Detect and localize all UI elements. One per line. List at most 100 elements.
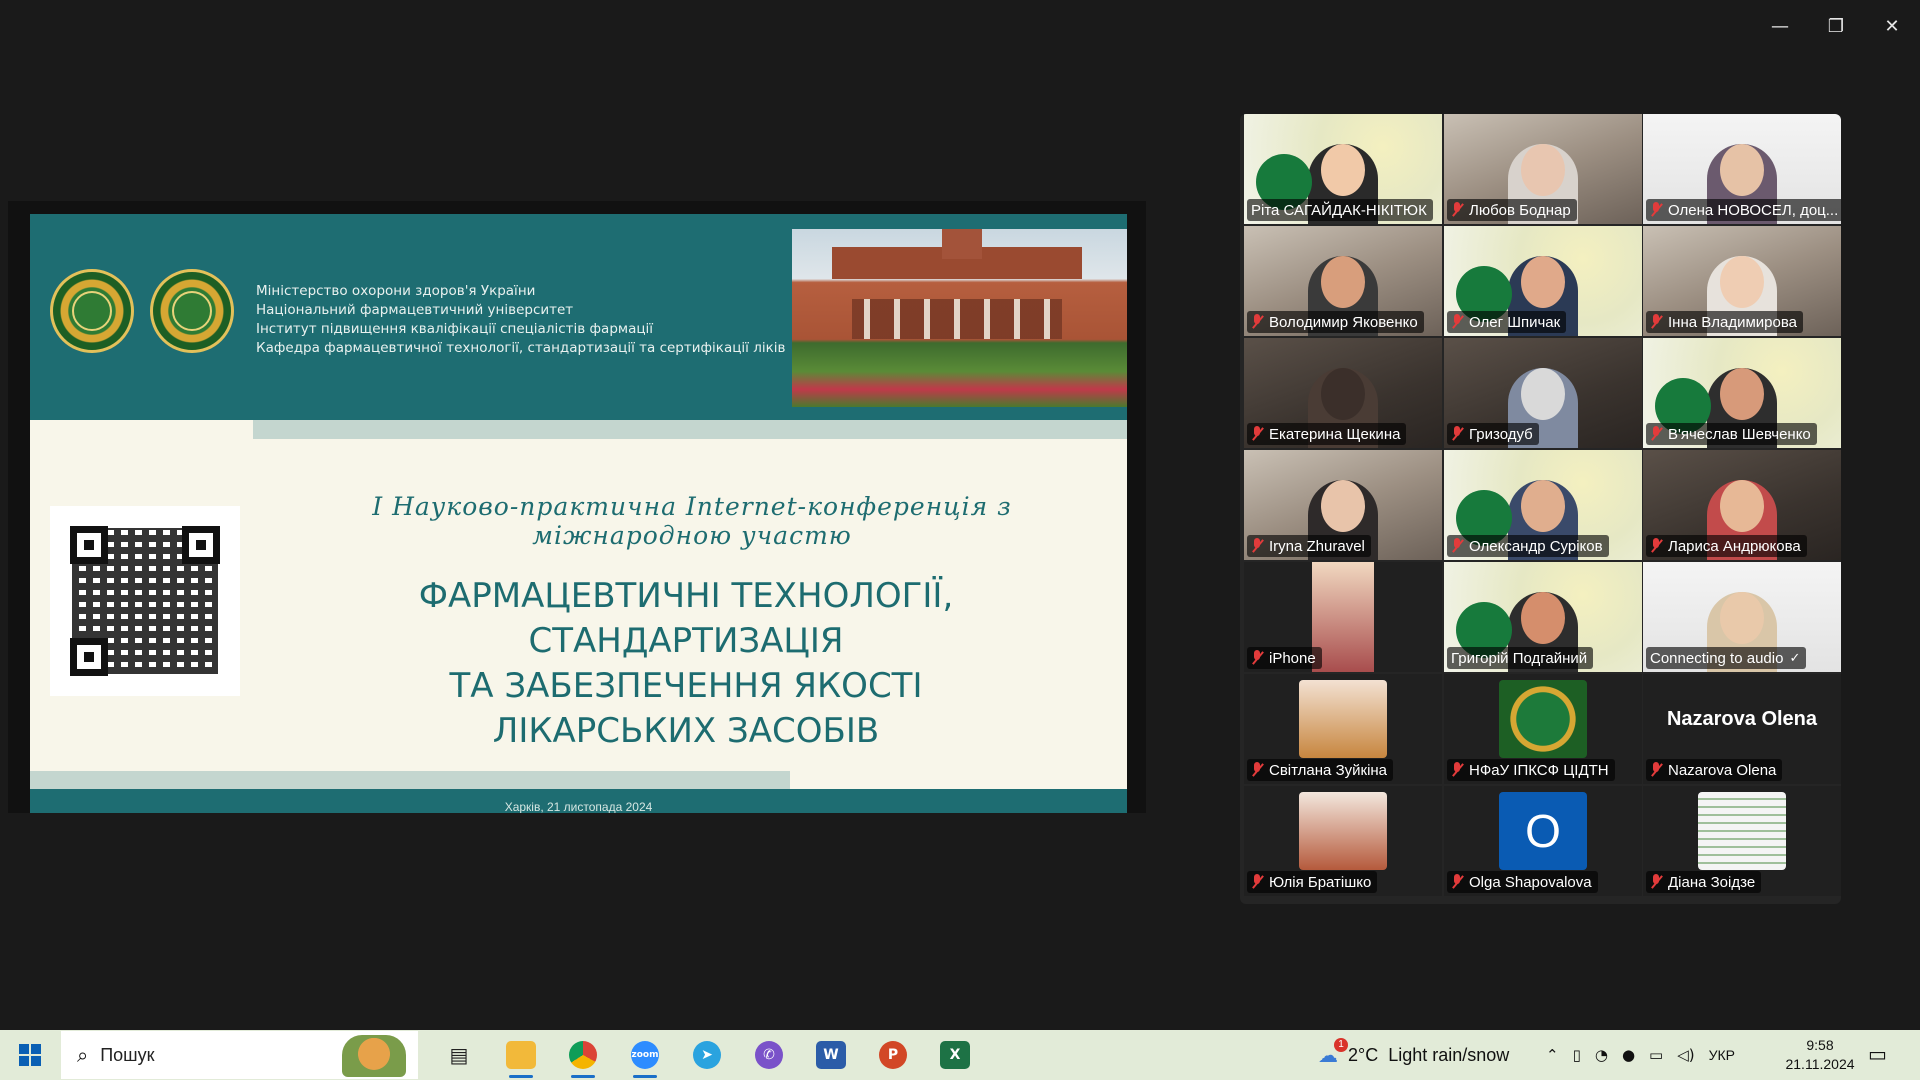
- organization-lines: Міністерство охорони здоров'я України На…: [256, 282, 785, 358]
- time: 9:58: [1806, 1037, 1834, 1053]
- task-view-button[interactable]: ▤: [428, 1030, 490, 1080]
- zoom-icon: zoom: [631, 1041, 659, 1069]
- system-tray: ⌃ ▯ ◔ ● ▭ ◁) УКР: [1546, 1030, 1735, 1080]
- taskbar-apps: ▤ zoom ➤ ✆ W P X: [428, 1030, 986, 1080]
- word-button[interactable]: W: [800, 1030, 862, 1080]
- participant-tile[interactable]: Діана Зоідзе: [1643, 786, 1841, 896]
- participant-name: НФаУ ІПКСФ ЦІДТН: [1469, 761, 1609, 779]
- participant-name: Олег Шпичак: [1469, 313, 1561, 331]
- muted-mic-icon: [1251, 650, 1263, 666]
- participant-tile[interactable]: Григорій Подгайний: [1444, 562, 1642, 672]
- zoom-button[interactable]: zoom: [614, 1030, 676, 1080]
- participant-tile[interactable]: Ріта САГАЙДАК-НІКІТЮК: [1244, 114, 1442, 224]
- participant-name: Інна Владимирова: [1668, 313, 1797, 331]
- chrome-icon: [569, 1041, 597, 1069]
- search-icon: ⌕: [77, 1043, 89, 1067]
- participant-tile[interactable]: Олег Шпичак: [1444, 226, 1642, 336]
- slide-header: Міністерство охорони здоров'я України На…: [30, 214, 1127, 420]
- search-box[interactable]: ⌕ Пошук: [61, 1031, 418, 1079]
- weather-badge: 1: [1334, 1038, 1348, 1052]
- muted-mic-icon: [1650, 202, 1662, 218]
- muted-mic-icon: [1650, 762, 1662, 778]
- qr-code: [50, 506, 240, 696]
- taskbar: ⌕ Пошук ▤ zoom ➤ ✆ W P X ☁ 1 2°C Light r…: [0, 1030, 1920, 1080]
- minimize-icon[interactable]: —: [1752, 0, 1808, 52]
- participant-tile[interactable]: Олександр Суріков: [1444, 450, 1642, 560]
- search-highlight-image: [342, 1035, 406, 1077]
- participant-tile[interactable]: Iryna Zhuravel: [1244, 450, 1442, 560]
- start-button[interactable]: [0, 1030, 60, 1080]
- title-line: ФАРМАЦЕВТИЧНІ ТЕХНОЛОГІЇ, СТАНДАРТИЗАЦІЯ: [418, 576, 954, 661]
- powerpoint-button[interactable]: P: [862, 1030, 924, 1080]
- language-indicator[interactable]: УКР: [1709, 1047, 1735, 1063]
- participant-name: Юлія Братішко: [1269, 873, 1372, 891]
- conference-title: ФАРМАЦЕВТИЧНІ ТЕХНОЛОГІЇ, СТАНДАРТИЗАЦІЯ…: [266, 574, 1106, 754]
- participant-display-name: Nazarova Olena: [1666, 708, 1818, 730]
- participant-tile[interactable]: Любов Боднар: [1444, 114, 1642, 224]
- wifi-icon[interactable]: ◔: [1595, 1046, 1608, 1064]
- clock[interactable]: 9:58 21.11.2024: [1780, 1036, 1860, 1074]
- avatar: [1299, 680, 1387, 758]
- participant-tile[interactable]: Гризодуб: [1444, 338, 1642, 448]
- slide-footer: Харків, 21 листопада 2024: [30, 789, 1127, 813]
- participant-tile[interactable]: O Olga Shapovalova: [1444, 786, 1642, 896]
- participant-tile[interactable]: Світлана Зуйкіна: [1244, 674, 1442, 784]
- participant-tile[interactable]: Nazarova Olena Nazarova Olena: [1643, 674, 1841, 784]
- restore-icon[interactable]: ❐: [1808, 0, 1864, 52]
- participant-tile[interactable]: Юлія Братішко: [1244, 786, 1442, 896]
- org-line: Кафедра фармацевтичної технології, станд…: [256, 340, 786, 356]
- participant-tile[interactable]: НФаУ ІПКСФ ЦІДТН: [1444, 674, 1642, 784]
- notification-icon[interactable]: ▭: [1868, 1042, 1887, 1066]
- viber-button[interactable]: ✆: [738, 1030, 800, 1080]
- participant-name: Любов Боднар: [1469, 201, 1571, 219]
- word-icon: W: [816, 1041, 846, 1069]
- title-line: ЛІКАРСЬКИХ ЗАСОБІВ: [492, 711, 880, 751]
- microphone-icon[interactable]: ●: [1622, 1046, 1635, 1064]
- participant-tile[interactable]: В'ячеслав Шевченко: [1643, 338, 1841, 448]
- battery-icon[interactable]: ▭: [1649, 1046, 1663, 1064]
- slide-footer-text: Харків, 21 листопада 2024: [504, 800, 653, 813]
- device-icon[interactable]: ▯: [1573, 1046, 1581, 1064]
- participant-name: Гризодуб: [1469, 425, 1533, 443]
- participant-tile[interactable]: Connecting to audio ✓: [1643, 562, 1841, 672]
- muted-mic-icon: [1451, 538, 1463, 554]
- muted-mic-icon: [1451, 762, 1463, 778]
- participant-name: Олександр Суріков: [1469, 537, 1603, 555]
- decor-stripe: [253, 420, 1127, 439]
- conference-subtitle: I Науково-практична Internet-конференція…: [372, 492, 1012, 550]
- volume-icon[interactable]: ◁): [1677, 1046, 1694, 1064]
- excel-button[interactable]: X: [924, 1030, 986, 1080]
- viber-icon: ✆: [755, 1041, 783, 1069]
- participant-tile[interactable]: Володимир Яковенко: [1244, 226, 1442, 336]
- participant-name: Ріта САГАЙДАК-НІКІТЮК: [1251, 201, 1427, 219]
- muted-mic-icon: [1251, 538, 1263, 554]
- chrome-button[interactable]: [552, 1030, 614, 1080]
- participant-name: Nazarova Olena: [1668, 761, 1777, 779]
- task-view-icon: ▤: [449, 1043, 469, 1067]
- muted-mic-icon: [1650, 314, 1662, 330]
- participant-name: iPhone: [1269, 649, 1316, 667]
- weather-widget[interactable]: ☁ 1 2°C Light rain/snow: [1318, 1030, 1509, 1080]
- participant-name: Світлана Зуйкіна: [1269, 761, 1388, 779]
- telegram-button[interactable]: ➤: [676, 1030, 738, 1080]
- university-logo: [50, 269, 134, 353]
- participant-tile[interactable]: Екатерина Щекина: [1244, 338, 1442, 448]
- muted-mic-icon: [1251, 426, 1263, 442]
- avatar: [1299, 792, 1387, 870]
- muted-mic-icon: [1650, 874, 1662, 890]
- building-photo: [792, 229, 1127, 407]
- participant-tile[interactable]: Олена НОВОСЕЛ, доц...: [1643, 114, 1841, 224]
- participant-tile[interactable]: Лариса Андрюкова: [1643, 450, 1841, 560]
- shared-screen: Міністерство охорони здоров'я України На…: [8, 201, 1146, 813]
- file-explorer-button[interactable]: [490, 1030, 552, 1080]
- participant-tile[interactable]: Інна Владимирова: [1643, 226, 1841, 336]
- participant-name: Олена НОВОСЕЛ, доц...: [1668, 201, 1839, 219]
- excel-icon: X: [940, 1041, 970, 1069]
- participant-name: Григорій Подгайний: [1451, 649, 1588, 667]
- telegram-icon: ➤: [693, 1041, 721, 1069]
- close-icon[interactable]: ✕: [1864, 0, 1920, 52]
- participant-name: Володимир Яковенко: [1269, 313, 1418, 331]
- participant-tile[interactable]: iPhone: [1244, 562, 1442, 672]
- chevron-up-icon[interactable]: ⌃: [1546, 1046, 1559, 1064]
- slide: Міністерство охорони здоров'я України На…: [30, 214, 1127, 813]
